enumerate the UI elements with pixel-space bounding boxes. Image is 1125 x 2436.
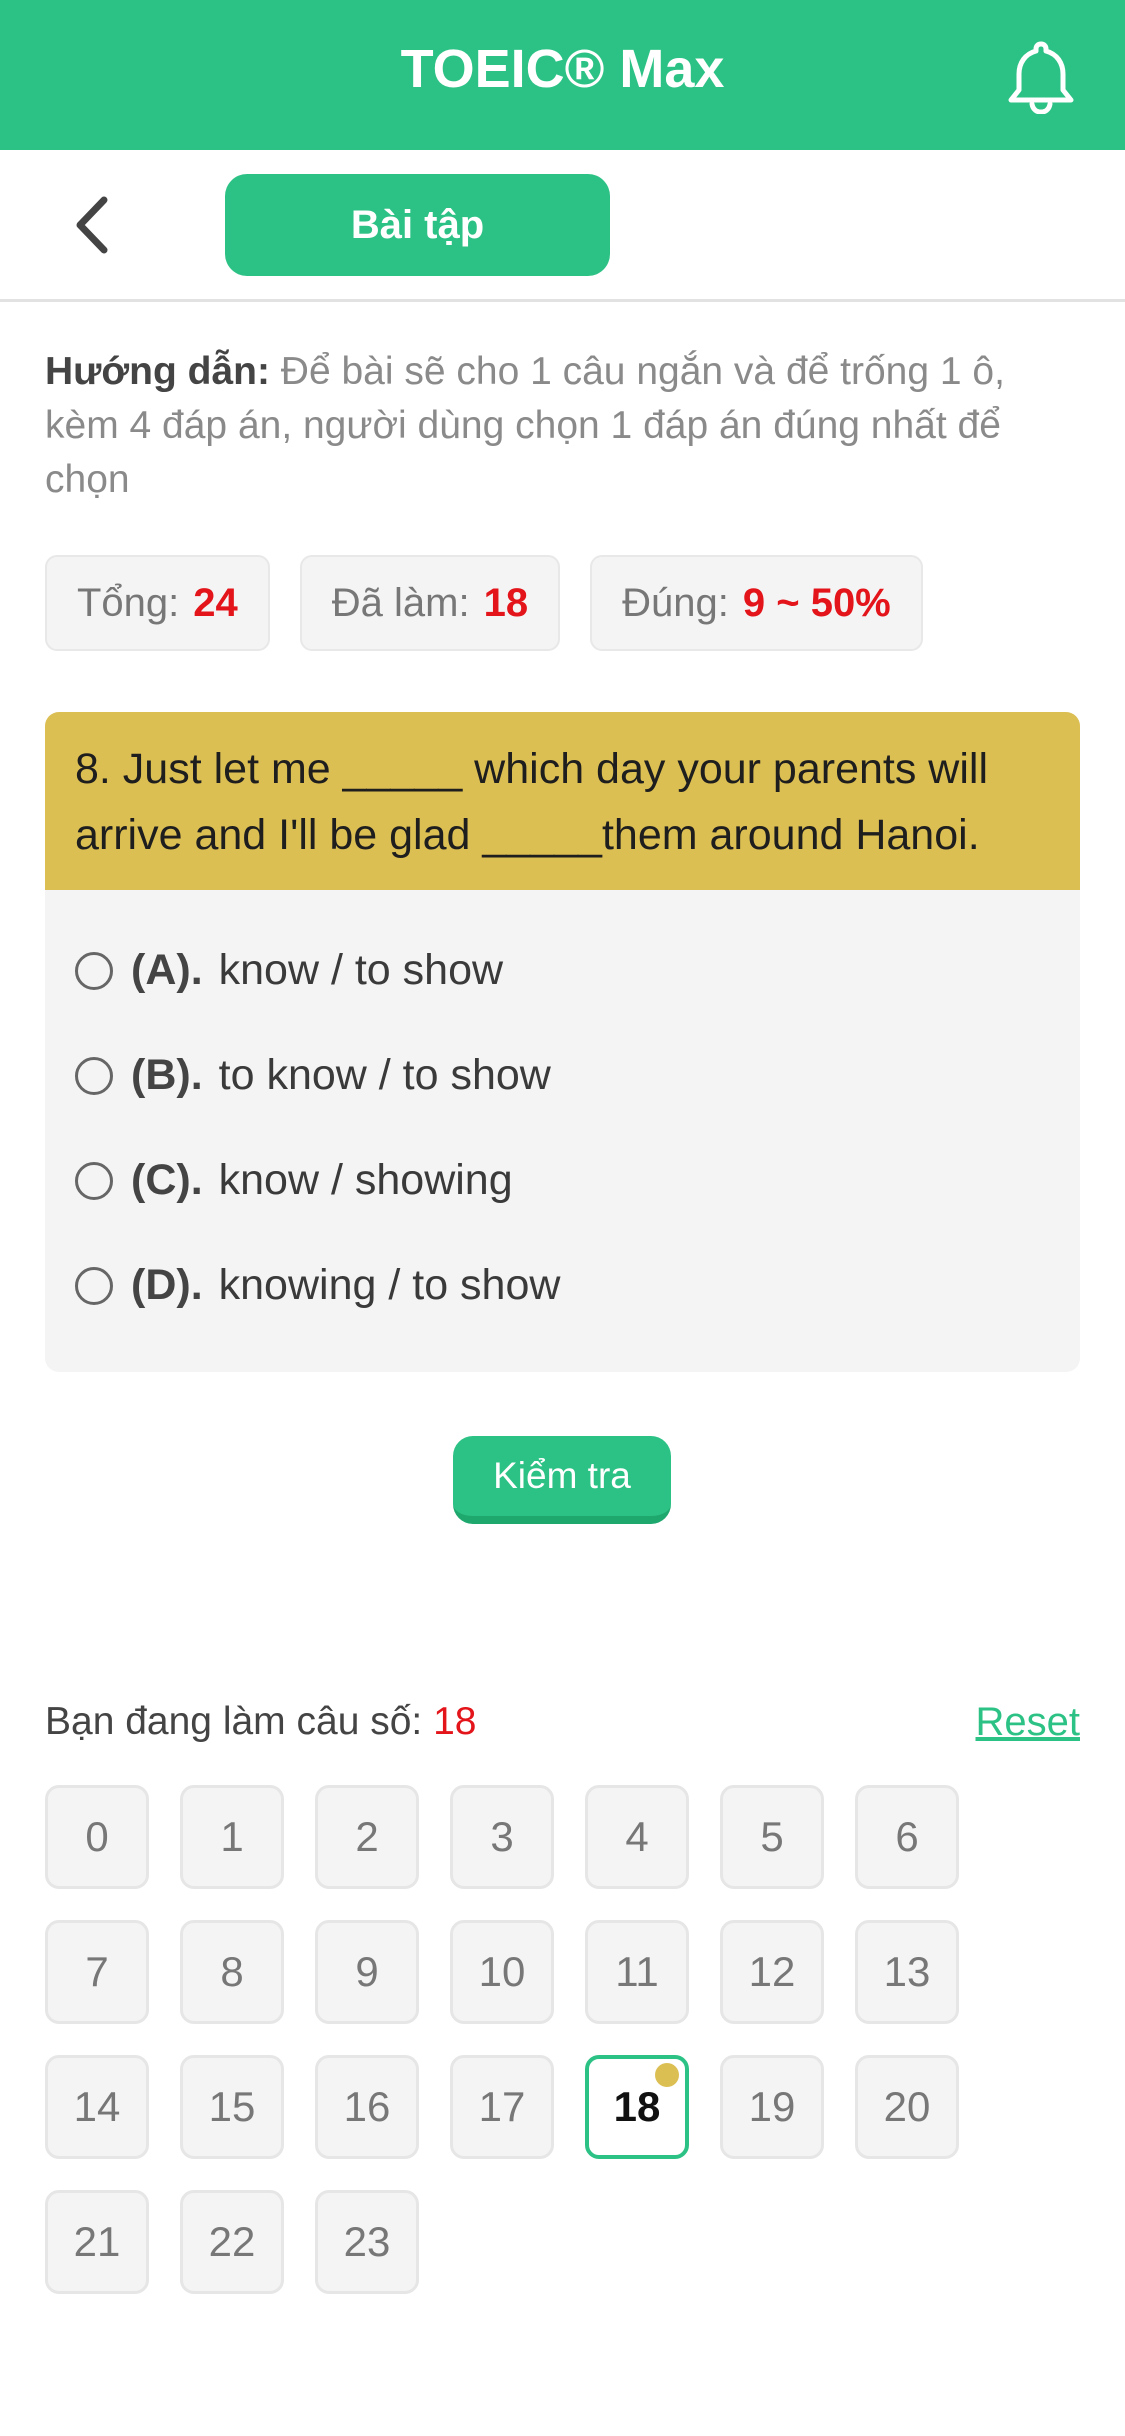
question-number-button[interactable]: 21 [45,2190,149,2294]
question-number-button[interactable]: 22 [180,2190,284,2294]
sub-navigation: Bài tập [0,150,1125,302]
option-d[interactable]: (D). knowing / to show [45,1233,1080,1338]
stat-done: Đã làm: 18 [299,555,561,651]
option-c[interactable]: (C). know / showing [45,1128,1080,1233]
option-label: (B). [131,1051,203,1099]
question-text: 8. Just let me _____ which day your pare… [45,712,1080,890]
option-label: (A). [131,946,203,994]
radio-icon[interactable] [75,951,113,990]
tab-exercise[interactable]: Bài tập [225,174,610,276]
radio-icon[interactable] [75,1161,113,1200]
stat-correct-value: 9 ~ 50% [742,580,891,625]
question-number-button[interactable]: 16 [315,2055,419,2159]
instructions-label: Hướng dẫn: [45,350,270,393]
option-text: know / showing [218,1156,513,1204]
option-a[interactable]: (A). know / to show [45,918,1080,1023]
question-number-button[interactable]: 2 [315,1785,419,1889]
chevron-left-icon[interactable] [62,190,122,260]
question-number-button[interactable]: 1 [180,1785,284,1889]
option-label: (D). [131,1261,203,1309]
stat-done-label: Đã làm: [331,580,470,625]
question-number-button[interactable]: 4 [585,1785,689,1889]
radio-icon[interactable] [75,1266,113,1305]
app-header: TOEIC® Max [0,0,1125,150]
question-number-button[interactable]: 5 [720,1785,824,1889]
stats-row: Tổng: 24 Đã làm: 18 Đúng: 9 ~ 50% [45,555,923,651]
check-button[interactable]: Kiểm tra [453,1436,671,1524]
current-question-number: 18 [433,1700,477,1743]
option-text: to know / to show [218,1051,551,1099]
option-text: knowing / to show [218,1261,561,1309]
question-number-button[interactable]: 17 [450,2055,554,2159]
option-label: (C). [131,1156,203,1204]
question-number-button[interactable]: 15 [180,2055,284,2159]
question-number-button[interactable]: 20 [855,2055,959,2159]
stat-correct: Đúng: 9 ~ 50% [590,555,923,651]
question-number-button[interactable]: 6 [855,1785,959,1889]
stat-total-value: 24 [193,580,238,625]
question-number-button[interactable]: 23 [315,2190,419,2294]
question-number-button[interactable]: 0 [45,1785,149,1889]
option-text: know / to show [218,946,504,994]
current-question-label: Bạn đang làm câu số: [45,1700,423,1743]
question-number-button[interactable]: 9 [315,1920,419,2024]
question-number-button[interactable]: 13 [855,1920,959,2024]
radio-icon[interactable] [75,1056,113,1095]
instructions: Hướng dẫn: Để bài sẽ cho 1 câu ngắn và đ… [45,345,1085,507]
question-number-button[interactable]: 3 [450,1785,554,1889]
stat-total-label: Tổng: [77,580,180,625]
question-number-grid: 0 1 2 3 4 5 6 7 8 9 10 11 12 13 14 15 16 17 18 19 20 21 22 23 [45,1785,1045,2325]
option-b[interactable]: (B). to know / to show [45,1023,1080,1128]
question-number-button[interactable]: 19 [720,2055,824,2159]
question-card: 8. Just let me _____ which day your pare… [45,712,1080,1372]
stat-correct-label: Đúng: [622,580,729,625]
question-number-button[interactable]: 10 [450,1920,554,2024]
question-number-button[interactable]: 7 [45,1920,149,2024]
stat-done-value: 18 [483,580,529,625]
app-title: TOEIC® Max [400,39,725,99]
reset-link[interactable]: Reset [976,1700,1081,1745]
current-question-indicator: Bạn đang làm câu số: 18 [45,1700,476,1744]
answer-options: (A). know / to show (B). to know / to sh… [45,890,1080,1338]
bell-icon[interactable] [1005,38,1077,114]
question-number-button[interactable]: 14 [45,2055,149,2159]
stat-total: Tổng: 24 [45,555,270,651]
question-number-button[interactable]: 18 [585,2055,689,2159]
question-number-button[interactable]: 8 [180,1920,284,2024]
question-number-button[interactable]: 11 [585,1920,689,2024]
question-number-button[interactable]: 12 [720,1920,824,2024]
current-dot-icon [655,2063,679,2087]
